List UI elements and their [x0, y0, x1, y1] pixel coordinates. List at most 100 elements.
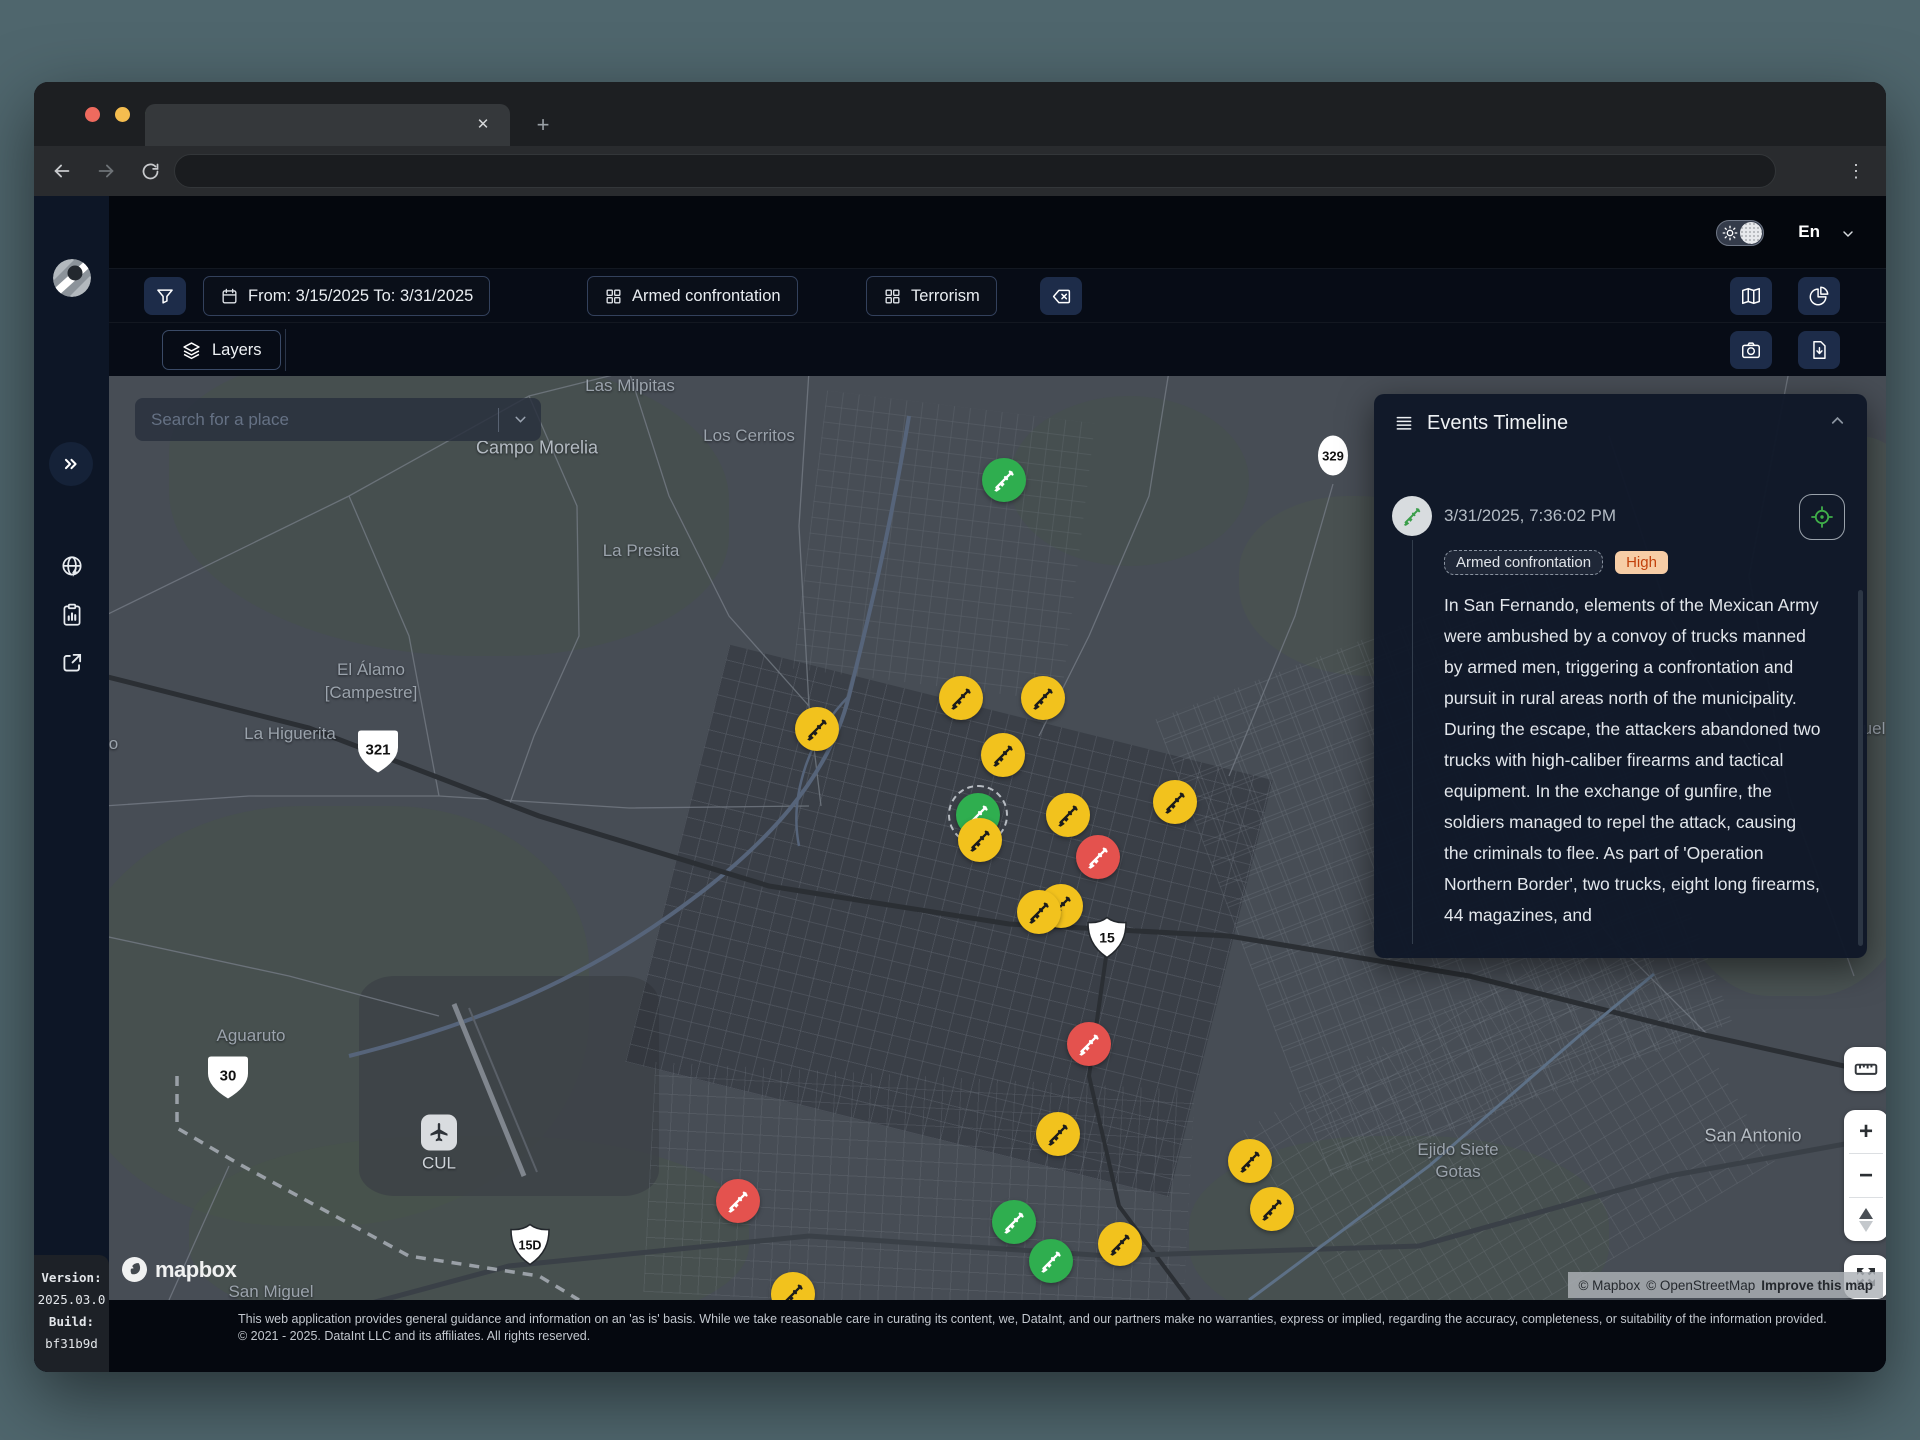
category-chip-armed-confrontation[interactable]: Armed confrontation: [587, 276, 798, 316]
sidebar-item-globe[interactable]: [34, 554, 109, 580]
window-close-button[interactable]: [85, 107, 100, 122]
new-tab-button[interactable]: +: [530, 112, 556, 138]
chevron-down-icon[interactable]: [499, 411, 541, 428]
app-logo: [34, 258, 109, 298]
browser-menu-button[interactable]: ⋮: [1840, 155, 1872, 187]
date-range-chip[interactable]: From: 3/15/2025 To: 3/31/2025: [203, 276, 490, 316]
timeline-list-icon: [1394, 413, 1414, 433]
layers-toolbar: Layers: [109, 322, 1886, 376]
browser-tab-strip: ✕ +: [34, 82, 1886, 146]
event-map-marker[interactable]: [1153, 780, 1197, 824]
back-button[interactable]: [46, 155, 78, 187]
locate-event-button[interactable]: [1799, 494, 1845, 540]
address-bar[interactable]: [174, 154, 1776, 188]
forward-button[interactable]: [90, 155, 122, 187]
road-shield: 321: [356, 728, 400, 781]
improve-map-link[interactable]: Improve this map: [1761, 1278, 1873, 1293]
mapbox-logo[interactable]: mapbox: [121, 1256, 236, 1283]
place-search: [135, 398, 541, 441]
build-label: Build:: [49, 1314, 94, 1329]
chart-view-button[interactable]: [1798, 277, 1840, 315]
map-place-label: La Higuerita: [244, 724, 336, 744]
toggle-knob: [1740, 222, 1762, 244]
event-map-marker[interactable]: [1017, 890, 1061, 934]
attribution-osm[interactable]: © OpenStreetMap: [1646, 1278, 1755, 1293]
language-selector[interactable]: En: [1798, 222, 1820, 242]
attribution-mapbox[interactable]: © Mapbox: [1578, 1278, 1640, 1293]
airport-marker[interactable]: CUL: [421, 1115, 457, 1174]
event-map-marker[interactable]: [1029, 1239, 1073, 1283]
chevron-down-icon[interactable]: [1840, 226, 1856, 247]
map-place-label: Los Cerritos: [703, 426, 795, 446]
version-label: Version:: [41, 1270, 101, 1285]
map-attribution: © Mapbox © OpenStreetMap Improve this ma…: [1568, 1272, 1883, 1298]
window-minimize-button[interactable]: [115, 107, 130, 122]
layers-label: Layers: [212, 341, 262, 360]
event-map-marker[interactable]: [1067, 1022, 1111, 1066]
event-map-marker[interactable]: [1098, 1222, 1142, 1266]
export-button[interactable]: [1798, 331, 1840, 369]
browser-tab[interactable]: ✕: [145, 104, 510, 146]
screenshot-button[interactable]: [1730, 331, 1772, 369]
clipboard-chart-icon: [59, 602, 85, 628]
filter-toolbar: From: 3/15/2025 To: 3/31/2025 Armed conf…: [109, 268, 1886, 322]
event-map-marker[interactable]: [795, 707, 839, 751]
backspace-icon: [1051, 286, 1072, 307]
map-place-label: Ejido Siete: [1417, 1140, 1498, 1160]
app-root: Version: 2025.03.0 Build: bf31b9d En: [34, 196, 1886, 1372]
event-map-marker[interactable]: [992, 1200, 1036, 1244]
file-download-icon: [1808, 339, 1830, 361]
event-map-marker[interactable]: [1036, 1112, 1080, 1156]
map-place-label: Las Milpitas: [585, 376, 675, 396]
layers-button[interactable]: Layers: [162, 330, 281, 370]
category-chip-label: Terrorism: [911, 287, 980, 306]
map-place-label: cito: [109, 734, 118, 754]
event-category-badge: Armed confrontation: [1444, 550, 1603, 575]
sidebar-item-external[interactable]: [34, 650, 109, 676]
category-chip-label: Armed confrontation: [632, 287, 781, 306]
camera-icon: [1740, 339, 1762, 361]
events-timeline-header: Events Timeline: [1374, 394, 1867, 452]
filter-funnel-icon: [155, 286, 175, 306]
clear-filters-button[interactable]: [1040, 277, 1082, 315]
event-timestamp: 3/31/2025, 7:36:02 PM: [1444, 506, 1616, 526]
search-input[interactable]: [135, 410, 498, 430]
map-view-button[interactable]: [1730, 277, 1772, 315]
measure-button[interactable]: [1844, 1047, 1886, 1091]
reload-icon: [140, 161, 161, 182]
category-chip-terrorism[interactable]: Terrorism: [866, 276, 997, 316]
reload-button[interactable]: [134, 155, 166, 187]
tab-close-icon[interactable]: ✕: [474, 116, 492, 134]
date-range-label: From: 3/15/2025 To: 3/31/2025: [248, 287, 473, 306]
event-map-marker[interactable]: [939, 676, 983, 720]
build-value: bf31b9d: [45, 1336, 98, 1351]
svg-text:321: 321: [365, 742, 390, 759]
logo-icon: [52, 258, 92, 298]
zoom-out-button[interactable]: −: [1844, 1154, 1886, 1197]
event-map-marker[interactable]: [982, 458, 1026, 502]
event-map-marker[interactable]: [716, 1179, 760, 1223]
zoom-in-button[interactable]: +: [1844, 1110, 1886, 1153]
theme-toggle[interactable]: [1716, 220, 1764, 246]
filter-button[interactable]: [144, 277, 186, 315]
event-map-marker[interactable]: [1250, 1187, 1294, 1231]
event-map-marker[interactable]: [1076, 835, 1120, 879]
road-shield: 30: [206, 1054, 250, 1107]
mapbox-logo-text: mapbox: [155, 1257, 236, 1283]
sidebar-item-reports[interactable]: [34, 602, 109, 628]
event-tags: Armed confrontation High: [1444, 550, 1668, 575]
collapse-panel-button[interactable]: [1828, 411, 1847, 435]
calendar-icon: [220, 287, 239, 306]
event-map-marker[interactable]: [1046, 793, 1090, 837]
event-map-marker[interactable]: [958, 818, 1002, 862]
event-map-marker[interactable]: [1021, 676, 1065, 720]
pitch-toggle-button[interactable]: [1844, 1198, 1886, 1241]
map-canvas[interactable]: Las MilpitasLos CerritosCampo MoreliaLa …: [109, 376, 1886, 1300]
sidebar-expand-button[interactable]: [49, 442, 93, 486]
event-map-marker[interactable]: [1228, 1139, 1272, 1183]
panel-scrollbar[interactable]: [1858, 590, 1863, 946]
map-place-label: Gotas: [1435, 1162, 1480, 1182]
event-avatar: [1392, 496, 1432, 536]
svg-text:329: 329: [1322, 449, 1344, 464]
event-map-marker[interactable]: [981, 733, 1025, 777]
